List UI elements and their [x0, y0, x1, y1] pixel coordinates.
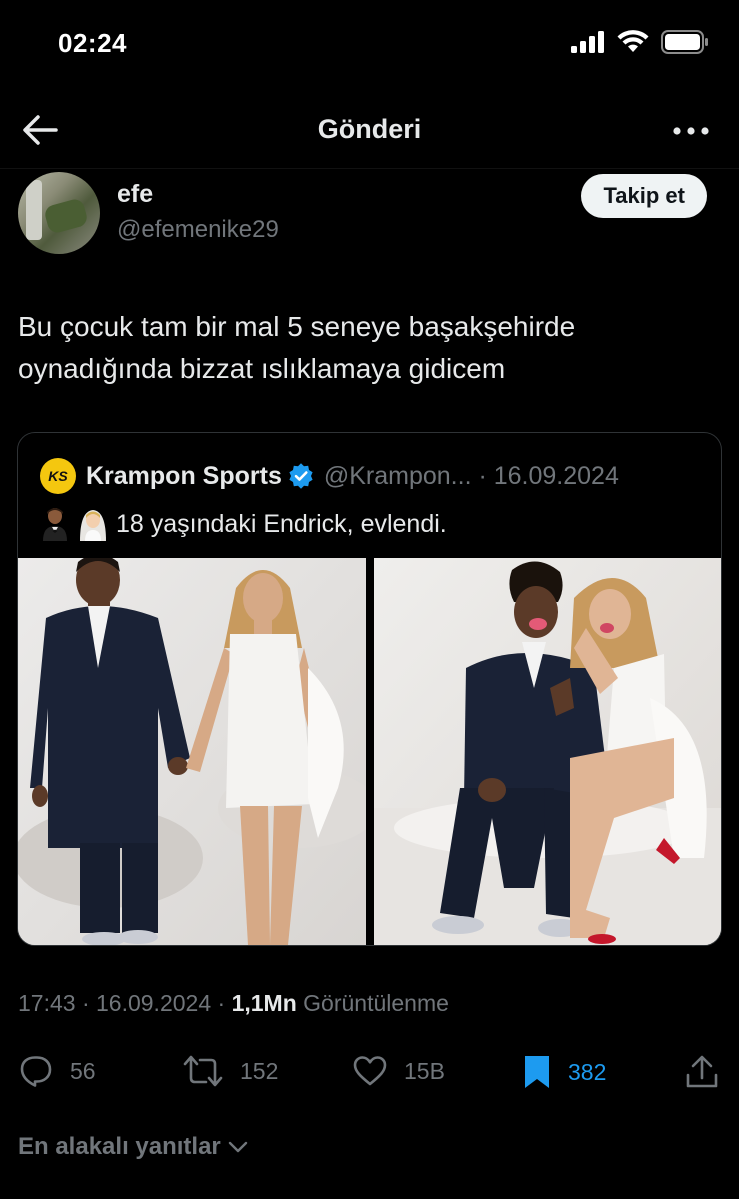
tweet-actions: 56 152 15B 382 — [0, 1048, 739, 1096]
bride-emoji-icon — [80, 510, 106, 541]
cellular-signal-icon — [571, 31, 604, 53]
tweet-timestamp: 17:43 · 16.09.2024 · — [18, 990, 232, 1016]
page-title: Gönderi — [317, 114, 422, 144]
tweet-text-line-1: Bu çocuk tam bir mal 5 seneye başakşehir… — [18, 311, 576, 342]
verified-icon — [289, 463, 313, 489]
status-time: 02:24 — [58, 28, 127, 58]
quoted-tweet-text: 18 yaşındaki Endrick, evlendi. — [40, 507, 447, 541]
tweet-text: Bu çocuk tam bir mal 5 seneye başakşehir… — [18, 306, 718, 390]
replies-sort-label: En alakalı yanıtlar — [18, 1133, 221, 1160]
quoted-handle-date: @Krampon... · 16.09.2024 — [323, 461, 619, 490]
battery-icon — [661, 30, 708, 54]
quoted-tweet-header: KS Krampon Sports @Krampon... · 16.09.20… — [40, 458, 619, 494]
couple-standing-photo — [18, 558, 366, 945]
more-icon — [673, 127, 709, 135]
groom-emoji-icon — [43, 508, 67, 541]
reply-icon — [20, 1056, 52, 1087]
like-count: 15B — [404, 1057, 445, 1084]
more-button[interactable] — [669, 116, 713, 146]
bookmark-icon — [525, 1056, 549, 1088]
views-count[interactable]: 1,1Mn — [232, 990, 297, 1016]
like-icon — [353, 1056, 387, 1086]
tweet-detail-screen: 02:24 Gönderi efe @efemenike29 Takip et … — [0, 0, 739, 1199]
status-icons — [571, 30, 709, 54]
quoted-photo-2[interactable] — [374, 558, 721, 945]
krampon-logo-avatar: KS — [40, 458, 76, 494]
reply-button[interactable]: 56 — [18, 1054, 96, 1088]
tweet-meta: 17:43 · 16.09.2024 · 1,1Mn Görüntülenme — [18, 990, 449, 1017]
replies-sort-dropdown[interactable]: En alakalı yanıtlar — [18, 1133, 251, 1161]
share-button[interactable] — [684, 1054, 720, 1090]
author-name[interactable]: efe — [117, 180, 153, 209]
bookmark-count: 382 — [568, 1058, 607, 1085]
avatar[interactable] — [18, 172, 100, 254]
views-label: Görüntülenme — [296, 990, 449, 1016]
repost-button[interactable]: 152 — [182, 1054, 278, 1088]
top-nav: Gönderi — [0, 92, 739, 169]
follow-button[interactable]: Takip et — [581, 174, 707, 218]
tweet-author: efe @efemenike29 Takip et — [0, 170, 739, 260]
repost-count: 152 — [240, 1057, 279, 1084]
share-icon — [686, 1055, 718, 1088]
author-handle[interactable]: @efemenike29 — [117, 216, 279, 244]
quoted-photo-1[interactable] — [18, 558, 366, 945]
status-bar: 02:24 — [0, 0, 739, 90]
quoted-text-content: 18 yaşındaki Endrick, evlendi. — [116, 509, 447, 538]
like-button[interactable]: 15B — [352, 1054, 445, 1088]
tweet-text-line-2: oynadığında bizzat ıslıklamaya gidicem — [18, 353, 506, 384]
reply-count: 56 — [70, 1057, 96, 1084]
chevron-down-icon — [228, 1141, 247, 1153]
wifi-icon — [617, 30, 649, 52]
quoted-tweet-card[interactable]: KS Krampon Sports @Krampon... · 16.09.20… — [17, 432, 722, 946]
repost-icon — [183, 1055, 223, 1087]
bookmark-button[interactable]: 382 — [522, 1054, 606, 1090]
quoted-author-name: Krampon Sports — [86, 461, 282, 490]
couple-seated-photo — [374, 558, 721, 945]
